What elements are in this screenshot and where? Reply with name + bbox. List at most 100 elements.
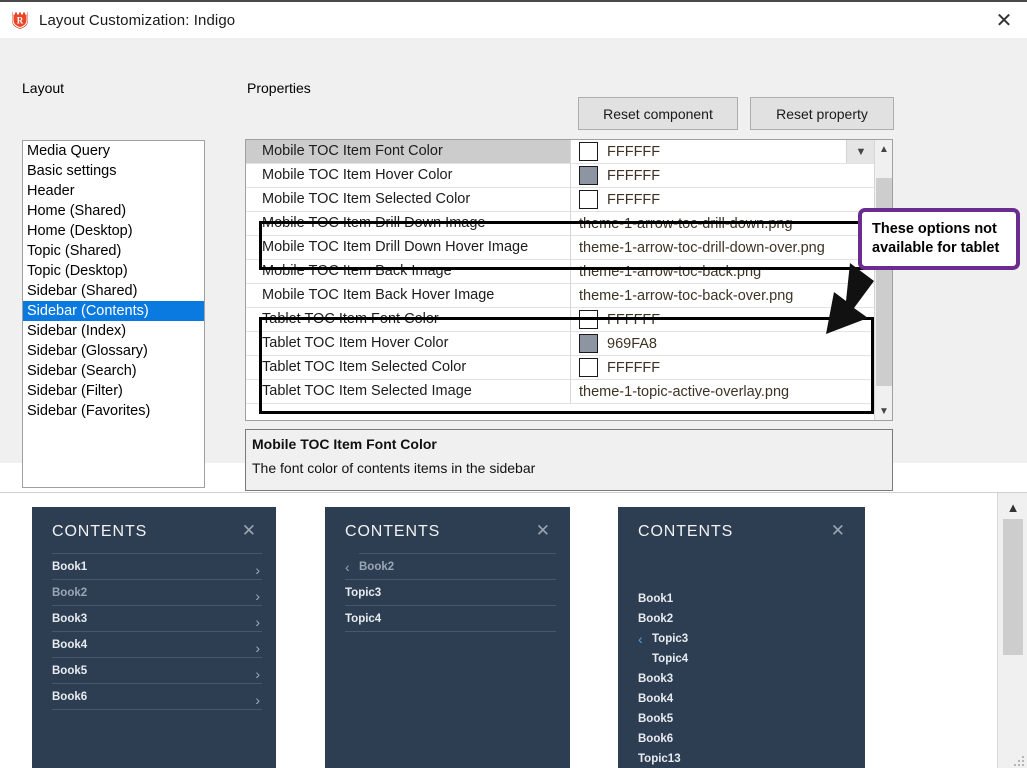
- scroll-down-icon[interactable]: ▼: [875, 402, 892, 420]
- property-value: FFFFFF: [607, 359, 661, 376]
- property-row[interactable]: Mobile TOC Item Back Hover Image theme-1-…: [246, 284, 875, 308]
- property-value-cell[interactable]: theme-1-arrow-toc-drill-down-over.png: [571, 236, 875, 260]
- layout-list-item[interactable]: Sidebar (Contents): [23, 301, 204, 321]
- layout-list-item[interactable]: Sidebar (Index): [23, 321, 204, 341]
- toc-row[interactable]: Book6: [638, 730, 851, 749]
- scroll-up-icon[interactable]: ▲: [1003, 499, 1023, 515]
- chevron-left-icon[interactable]: ‹: [638, 630, 643, 649]
- color-swatch[interactable]: [579, 310, 598, 329]
- property-value: 969FA8: [607, 335, 657, 352]
- callout-line-2: available for tablet: [872, 240, 1000, 256]
- property-value-cell[interactable]: theme-1-arrow-toc-back-over.png: [571, 284, 875, 308]
- dialog-body: Layout Properties Reset component Reset …: [0, 38, 1027, 526]
- layout-list-item[interactable]: Topic (Shared): [23, 241, 204, 261]
- property-row[interactable]: Mobile TOC Item Drill Down Image theme-1-…: [246, 212, 875, 236]
- layout-list[interactable]: Media Query Basic settings Header Home (Sha…: [22, 140, 205, 488]
- color-swatch[interactable]: [579, 142, 598, 161]
- reset-component-button[interactable]: Reset component: [578, 97, 738, 130]
- property-name: Mobile TOC Item Drill Down Hover Image: [246, 236, 571, 260]
- property-row[interactable]: Tablet TOC Item Hover Color 969FA8: [246, 332, 875, 356]
- property-row[interactable]: Mobile TOC Item Selected Color FFFFFF: [246, 188, 875, 212]
- toc-row[interactable]: Book4: [638, 690, 851, 709]
- toc-close-icon[interactable]: ✕: [831, 521, 845, 541]
- property-row[interactable]: Tablet TOC Item Selected Image theme-1-to…: [246, 380, 875, 404]
- toc-row-label: Book6: [52, 691, 88, 703]
- toc-row[interactable]: Book3 ›: [52, 605, 262, 631]
- toc-row-label: Topic13: [638, 753, 681, 765]
- property-row[interactable]: Mobile TOC Item Hover Color FFFFFF: [246, 164, 875, 188]
- layout-list-item[interactable]: Sidebar (Search): [23, 361, 204, 381]
- properties-section-label: Properties: [247, 80, 311, 96]
- toc-close-icon[interactable]: ✕: [536, 521, 550, 541]
- property-value-cell[interactable]: FFFFFF ▼: [571, 140, 875, 164]
- property-row[interactable]: Tablet TOC Item Font Color FFFFFF: [246, 308, 875, 332]
- toc-row[interactable]: Topic13: [638, 750, 851, 768]
- close-icon[interactable]: ✕: [981, 2, 1027, 38]
- property-value-cell[interactable]: FFFFFF: [571, 188, 875, 212]
- toc-row[interactable]: [345, 631, 556, 657]
- property-value: FFFFFF: [607, 143, 661, 160]
- toc-row[interactable]: [52, 709, 262, 735]
- layout-list-item[interactable]: Media Query: [23, 141, 204, 161]
- toc-row[interactable]: Book5 ›: [52, 657, 262, 683]
- toc-row[interactable]: Book5: [638, 710, 851, 729]
- toc-row[interactable]: Book2 ›: [52, 579, 262, 605]
- property-name: Mobile TOC Item Hover Color: [246, 164, 571, 188]
- toc-row[interactable]: Topic4: [652, 650, 851, 669]
- property-row[interactable]: Mobile TOC Item Back Image theme-1-arrow-…: [246, 260, 875, 284]
- property-value-cell[interactable]: theme-1-arrow-toc-back.png: [571, 260, 875, 284]
- properties-grid[interactable]: Mobile TOC Item Font Color FFFFFF ▼ Mobile …: [245, 139, 893, 421]
- layout-list-item[interactable]: Home (Shared): [23, 201, 204, 221]
- chevron-down-icon[interactable]: ▼: [846, 140, 875, 163]
- toc-row[interactable]: Book1 ›: [52, 553, 262, 579]
- toc-row[interactable]: Book6 ›: [52, 683, 262, 709]
- property-value-cell[interactable]: theme-1-topic-active-overlay.png: [571, 380, 875, 404]
- layout-list-item[interactable]: Sidebar (Filter): [23, 381, 204, 401]
- preview-panel-mobile-toc-collapsed[interactable]: CONTENTS ✕ Book1 › Book2 › Book3 › Book4…: [32, 507, 276, 768]
- property-row[interactable]: Tablet TOC Item Selected Color FFFFFF: [246, 356, 875, 380]
- preview-panel-tablet-toc[interactable]: CONTENTS ✕ Book1 Book2 ‹ Topic3 Topic4 B…: [618, 507, 865, 768]
- toc-row-label: Book2: [638, 613, 674, 625]
- color-swatch[interactable]: [579, 334, 598, 353]
- scrollbar-thumb[interactable]: [1003, 519, 1023, 655]
- properties-scrollbar[interactable]: ▲ ▼: [874, 140, 892, 420]
- toc-row[interactable]: Book4 ›: [52, 631, 262, 657]
- property-value-cell[interactable]: theme-1-arrow-toc-drill-down.png: [571, 212, 875, 236]
- property-name: Tablet TOC Item Font Color: [246, 308, 571, 332]
- toc-row[interactable]: Book1: [638, 590, 851, 609]
- toc-row[interactable]: Book2: [638, 610, 851, 629]
- property-row[interactable]: Mobile TOC Item Drill Down Hover Image th…: [246, 236, 875, 260]
- toc-close-icon[interactable]: ✕: [242, 521, 256, 541]
- preview-panel-mobile-toc-drilled[interactable]: CONTENTS ✕ ‹ Book2 Topic3 Topic4: [325, 507, 570, 768]
- property-value-cell[interactable]: 969FA8: [571, 332, 875, 356]
- scroll-up-icon[interactable]: ▲: [875, 140, 892, 158]
- color-swatch[interactable]: [579, 190, 598, 209]
- reset-property-button[interactable]: Reset property: [750, 97, 894, 130]
- toc-row-label: Topic4: [652, 653, 689, 665]
- property-row[interactable]: Mobile TOC Item Font Color FFFFFF ▼: [246, 140, 875, 164]
- toc-row-label: Book2: [359, 561, 395, 573]
- property-value-cell[interactable]: FFFFFF: [571, 164, 875, 188]
- color-swatch[interactable]: [579, 166, 598, 185]
- toc-row[interactable]: Book3: [638, 670, 851, 689]
- property-value-cell[interactable]: FFFFFF: [571, 356, 875, 380]
- resize-grip-icon[interactable]: [1014, 756, 1024, 766]
- layout-list-item[interactable]: Home (Desktop): [23, 221, 204, 241]
- toc-row-selected[interactable]: ‹ Topic3: [638, 630, 851, 649]
- color-swatch[interactable]: [579, 358, 598, 377]
- property-value-cell[interactable]: FFFFFF: [571, 308, 875, 332]
- preview-scrollbar[interactable]: ▲: [997, 493, 1027, 768]
- layout-list-item[interactable]: Topic (Desktop): [23, 261, 204, 281]
- layout-list-item[interactable]: Header: [23, 181, 204, 201]
- toc-row[interactable]: Topic3: [345, 579, 556, 605]
- layout-list-item[interactable]: Sidebar (Favorites): [23, 401, 204, 421]
- toc-row[interactable]: Topic4: [345, 605, 556, 631]
- callout-line-1: These options not: [872, 221, 997, 237]
- toc-row[interactable]: ‹ Book2: [345, 553, 556, 579]
- toc-row-label: Topic3: [652, 633, 689, 645]
- property-description-box: Mobile TOC Item Font Color The font colo…: [245, 429, 893, 491]
- chevron-left-icon[interactable]: ‹: [345, 554, 350, 580]
- layout-list-item[interactable]: Sidebar (Shared): [23, 281, 204, 301]
- layout-list-item[interactable]: Basic settings: [23, 161, 204, 181]
- layout-list-item[interactable]: Sidebar (Glossary): [23, 341, 204, 361]
